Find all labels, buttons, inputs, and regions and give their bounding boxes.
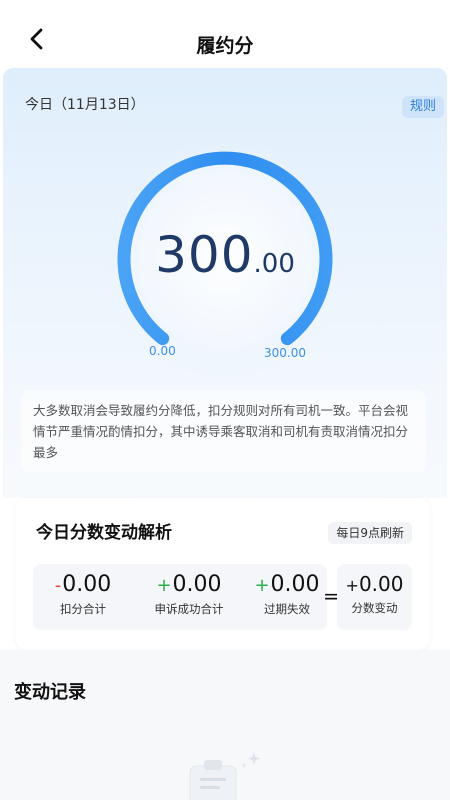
- score-analysis-card: 今日分数变动解析 每日9点刷新 -0.00 扣分合计 +0.00 申诉成功合计 …: [16, 498, 430, 650]
- gauge-min-label: 0.00: [149, 344, 176, 358]
- plus-sign: +: [156, 575, 172, 596]
- stats-box: -0.00 扣分合计 +0.00 申诉成功合计 +0.00 过期失效: [33, 564, 327, 630]
- page-title: 履约分: [196, 35, 254, 57]
- score-change-box: +0.00 分数变动: [337, 564, 412, 630]
- stat-expired-number: 0.00: [270, 572, 320, 597]
- refresh-badge: 每日9点刷新: [328, 522, 412, 544]
- stat-deducted-label: 扣分合计: [60, 602, 106, 616]
- stat-expired-label: 过期失效: [264, 602, 310, 616]
- minus-sign: -: [54, 575, 62, 596]
- score-hero-panel: 今日（11月13日） 规则 300.00 0.00 300.00 大多数取消会导…: [3, 68, 447, 498]
- stat-appeal-label: 申诉成功合计: [154, 602, 224, 616]
- plus-sign: +: [254, 575, 270, 596]
- score-integer: 300: [155, 226, 254, 284]
- score-decimal: .00: [253, 249, 295, 279]
- stat-deducted-value: -0.00: [41, 572, 125, 597]
- stat-appeal-number: 0.00: [172, 572, 222, 597]
- stat-deducted: -0.00 扣分合计: [41, 572, 125, 617]
- score-rules-notice: 大多数取消会导致履约分降低，扣分规则对所有司机一致。平台会视情节严重情况酌情扣分…: [21, 390, 426, 472]
- empty-clipboard-icon: [189, 752, 260, 800]
- stat-appeal: +0.00 申诉成功合计: [137, 572, 241, 617]
- stat-expired: +0.00 过期失效: [247, 572, 327, 617]
- stat-expired-value: +0.00: [247, 572, 327, 597]
- score-change-number: 0.00: [358, 572, 404, 596]
- score-value: 300.00: [3, 226, 447, 284]
- records-title: 变动记录: [14, 682, 86, 703]
- plus-sign: +: [345, 576, 359, 595]
- header-bar: 履约分: [0, 0, 450, 70]
- score-change-label: 分数变动: [351, 601, 398, 615]
- gauge-max-label: 300.00: [264, 346, 306, 360]
- score-change-value: +0.00: [337, 572, 412, 596]
- stat-appeal-value: +0.00: [137, 572, 241, 597]
- stat-deducted-number: 0.00: [62, 572, 112, 597]
- analysis-title: 今日分数变动解析: [36, 523, 172, 543]
